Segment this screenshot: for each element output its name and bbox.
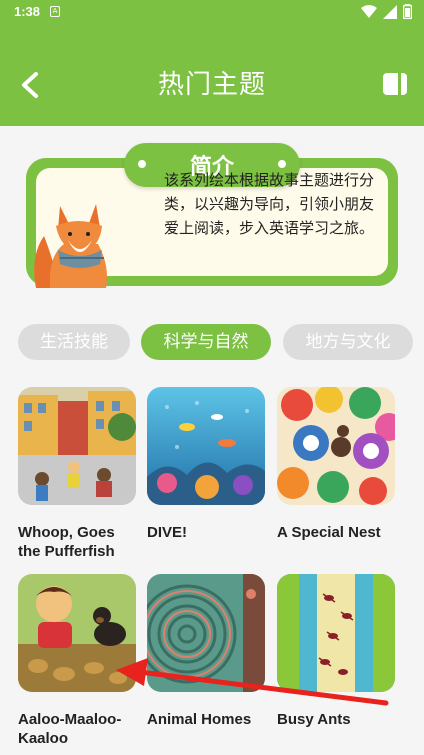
annotation-arrow [116,658,389,706]
